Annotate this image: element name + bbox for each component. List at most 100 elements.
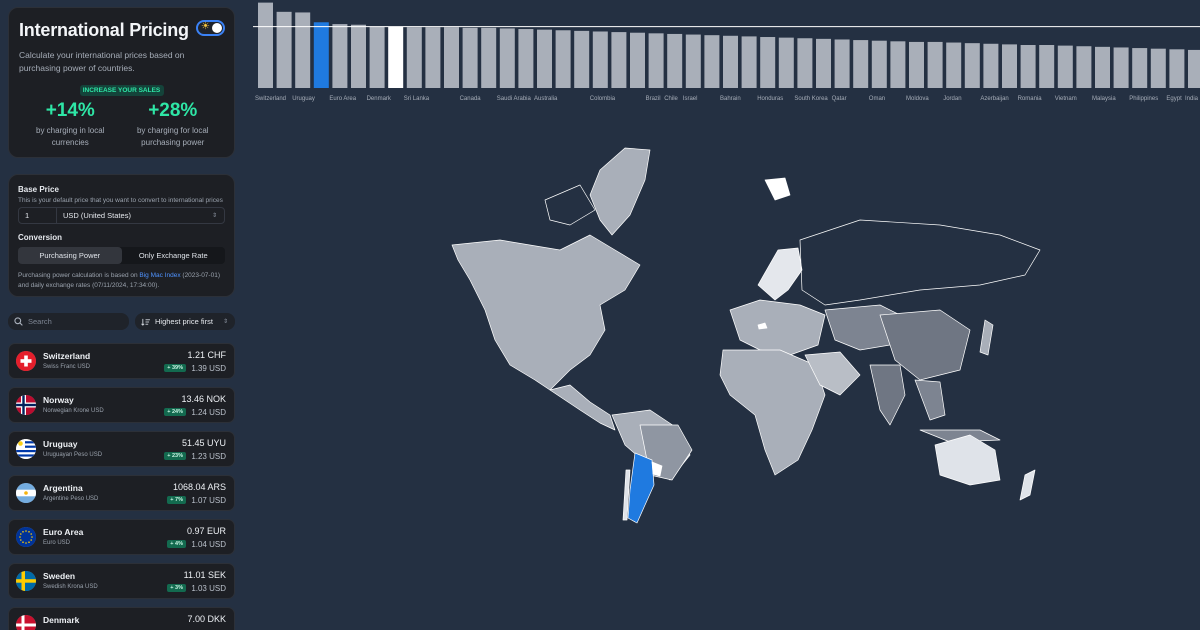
country-name: Argentina (43, 483, 83, 493)
list-item-norway[interactable]: Norway Norwegian Krone USD 13.46 NOK + 2… (8, 387, 235, 423)
bar[interactable] (313, 22, 329, 88)
world-map[interactable] (440, 140, 1060, 530)
list-item-denmark[interactable]: Denmark 7.00 DKK (8, 607, 235, 630)
bar[interactable] (499, 28, 515, 89)
bar[interactable] (1057, 45, 1073, 88)
bar[interactable] (258, 2, 273, 88)
bar[interactable] (964, 43, 980, 88)
bar[interactable] (909, 41, 924, 88)
bar[interactable] (853, 40, 869, 88)
bar[interactable] (1188, 49, 1200, 88)
usd-price: 1.24 USD (191, 408, 226, 417)
bar[interactable] (1020, 45, 1036, 88)
list-item-sweden[interactable]: Sweden Swedish Krona USD 11.01 SEK + 3% … (8, 563, 235, 599)
currency-select[interactable]: USD (United States) (57, 211, 212, 220)
bar[interactable] (1076, 46, 1092, 88)
bar[interactable] (369, 26, 385, 89)
bar[interactable] (946, 42, 962, 88)
bar[interactable] (1095, 46, 1110, 88)
intro-card: International Pricing ☀ Calculate your i… (8, 7, 235, 158)
tab-exchange-rate[interactable]: Only Exchange Rate (122, 247, 226, 264)
bar[interactable] (685, 34, 701, 88)
amount-input[interactable]: 1 (19, 208, 57, 223)
bar[interactable] (1113, 47, 1129, 88)
x-tick-label: Moldova (906, 96, 929, 102)
bar[interactable] (890, 41, 906, 88)
sidebar: International Pricing ☀ Calculate your i… (8, 7, 235, 630)
bar[interactable] (667, 33, 683, 88)
bar[interactable] (648, 33, 664, 88)
bar[interactable] (481, 27, 497, 88)
country-name: Norway (43, 395, 74, 405)
bar[interactable] (555, 30, 571, 89)
local-price: 1.21 CHF (187, 350, 226, 360)
map-iceland (764, 177, 791, 201)
usd-price: 1.23 USD (191, 452, 226, 461)
local-price: 1068.04 ARS (172, 482, 226, 492)
bar[interactable] (816, 38, 831, 88)
bar[interactable] (425, 27, 441, 88)
x-tick-label: Azerbaijan (980, 96, 1008, 102)
x-tick-label: Saudi Arabia (497, 96, 532, 102)
map-scandinavia (757, 247, 803, 301)
theme-toggle[interactable]: ☀ (196, 20, 225, 36)
list-item-euro-area[interactable]: Euro Area Euro USD 0.97 EUR + 4% 1.04 US… (8, 519, 235, 555)
bar[interactable] (611, 32, 627, 88)
search-input[interactable]: Search (8, 313, 129, 330)
bar[interactable] (797, 38, 813, 88)
bar[interactable] (574, 30, 590, 88)
x-tick-label: Brazil (646, 96, 661, 102)
currency-name: Uruguayan Peso USD (43, 452, 103, 458)
sort-select[interactable]: Highest price first ⇕ (135, 313, 235, 330)
bar[interactable] (537, 29, 552, 88)
big-mac-index-link[interactable]: Big Mac Index (139, 272, 180, 279)
country-name: Sweden (43, 571, 76, 581)
bar[interactable] (518, 29, 534, 88)
bar[interactable] (834, 39, 850, 88)
price-bar-chart: Switzerland Uruguay Euro Area Denmark Sri La… (253, 0, 1200, 110)
bar[interactable] (778, 37, 794, 88)
map-southeast-asia (914, 379, 946, 421)
bar[interactable] (741, 36, 757, 88)
map-india (869, 364, 906, 426)
bar[interactable] (295, 12, 311, 89)
local-price: 11.01 SEK (183, 570, 226, 580)
denmark-flag-icon (16, 615, 36, 630)
bar[interactable] (704, 35, 720, 88)
bar[interactable] (592, 31, 608, 88)
bar[interactable] (983, 43, 999, 88)
x-tick-label: Honduras (757, 96, 783, 102)
bar[interactable] (760, 37, 776, 88)
x-tick-label: Egypt (1166, 96, 1182, 102)
sales-badge: INCREASE YOUR SALES (79, 85, 164, 96)
world-map-svg (451, 147, 1041, 524)
x-tick-label: Australia (534, 96, 558, 102)
currency-name: Swiss Franc USD (43, 364, 91, 370)
list-item-switzerland[interactable]: Switzerland Swiss Franc USD 1.21 CHF + 3… (8, 343, 235, 379)
bar[interactable] (1150, 48, 1166, 88)
bar[interactable] (351, 24, 366, 89)
bar[interactable] (406, 27, 422, 88)
norway-flag-icon (16, 395, 36, 415)
bar[interactable] (1169, 49, 1185, 88)
x-tick-label: Bahrain (720, 96, 741, 102)
bar[interactable] (723, 35, 738, 88)
bar[interactable] (1132, 48, 1148, 88)
bar[interactable] (1039, 45, 1055, 88)
bar[interactable] (462, 27, 478, 88)
x-tick-label: Chile (664, 96, 678, 102)
bar[interactable] (276, 11, 292, 89)
bar[interactable] (927, 41, 943, 88)
map-africa (719, 349, 826, 476)
bar[interactable] (871, 40, 887, 88)
bar[interactable] (1002, 44, 1017, 88)
tab-purchasing-power[interactable]: Purchasing Power (18, 247, 122, 264)
search-placeholder: Search (28, 317, 52, 326)
bar[interactable] (332, 24, 348, 88)
list-item-uruguay[interactable]: Uruguay Uruguayan Peso USD 51.45 UYU + 2… (8, 431, 235, 467)
list-item-argentina[interactable]: Argentina Argentine Peso USD 1068.04 ARS… (8, 475, 235, 511)
bar[interactable] (444, 27, 459, 88)
stat-description: by charging in local currencies (36, 126, 105, 147)
bar[interactable] (630, 32, 645, 88)
bar[interactable] (388, 26, 404, 89)
